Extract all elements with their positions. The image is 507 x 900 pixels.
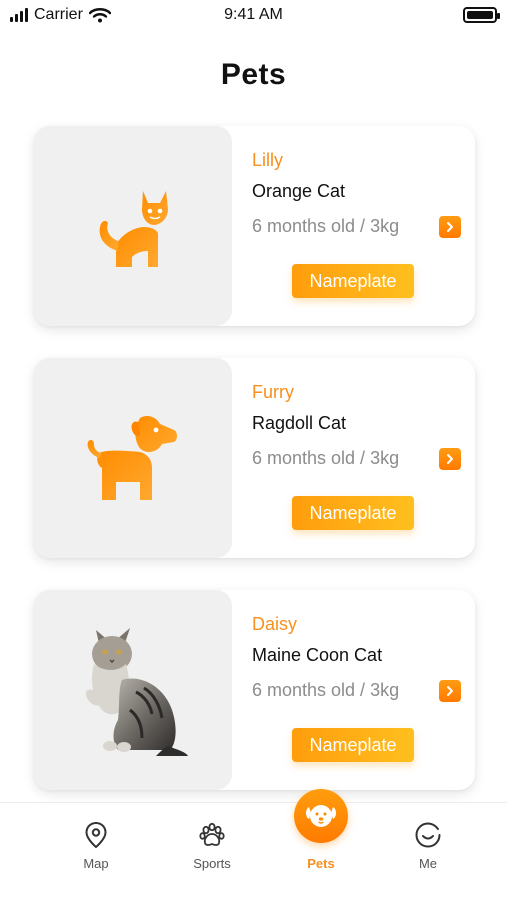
pet-breed: Ragdoll Cat bbox=[252, 413, 347, 433]
pet-name: Furry bbox=[252, 382, 294, 402]
details-button[interactable] bbox=[439, 448, 461, 470]
chevron-right-icon bbox=[447, 222, 453, 232]
tab-bar: Map Sports Pets Me bbox=[0, 789, 507, 900]
pet-photo bbox=[34, 590, 232, 790]
nameplate-button[interactable]: Nameplate bbox=[292, 496, 414, 530]
status-time: 9:41 AM bbox=[224, 6, 283, 23]
tab-pets-label: Pets bbox=[307, 856, 335, 871]
dog-icon bbox=[87, 416, 177, 500]
tab-sports[interactable]: Sports bbox=[172, 821, 252, 871]
battery-icon bbox=[463, 7, 500, 23]
pet-info: Furry Ragdoll Cat 6 months old / 3kg Nam… bbox=[232, 358, 475, 558]
tab-pets[interactable] bbox=[294, 789, 348, 843]
pet-photo bbox=[34, 126, 232, 326]
profile-face-icon bbox=[415, 822, 441, 848]
cat-icon bbox=[99, 191, 168, 267]
maine-coon-photo bbox=[85, 628, 188, 756]
pet-name: Daisy bbox=[252, 614, 298, 634]
paw-icon bbox=[199, 822, 225, 846]
pet-info: Lilly Orange Cat 6 months old / 3kg Name… bbox=[232, 126, 475, 326]
chevron-right-icon bbox=[447, 454, 453, 464]
pet-card[interactable]: Lilly Orange Cat 6 months old / 3kg Name… bbox=[34, 126, 475, 326]
status-bar: Carrier 9:41 AM bbox=[0, 0, 507, 34]
tab-sports-label: Sports bbox=[193, 856, 231, 871]
tab-me[interactable]: Me bbox=[388, 821, 468, 871]
location-pin-icon bbox=[85, 821, 107, 849]
pet-info: Daisy Maine Coon Cat 6 months old / 3kg … bbox=[232, 590, 475, 790]
pet-name: Lilly bbox=[252, 150, 284, 170]
tab-map[interactable]: Map bbox=[56, 821, 136, 871]
nameplate-button[interactable]: Nameplate bbox=[292, 728, 414, 762]
nameplate-button[interactable]: Nameplate bbox=[292, 264, 414, 298]
page-title: Pets bbox=[220, 58, 287, 91]
tab-map-label: Map bbox=[83, 856, 109, 871]
chevron-right-icon bbox=[447, 686, 453, 696]
details-button[interactable] bbox=[439, 680, 461, 702]
pet-card[interactable]: Furry Ragdoll Cat 6 months old / 3kg Nam… bbox=[34, 358, 475, 558]
tab-me-label: Me bbox=[418, 856, 438, 871]
pet-list: Lilly Orange Cat 6 months old / 3kg Name… bbox=[34, 126, 475, 822]
pet-breed: Orange Cat bbox=[252, 181, 346, 201]
details-button[interactable] bbox=[439, 216, 461, 238]
pet-photo bbox=[34, 358, 232, 558]
pet-breed: Maine Coon Cat bbox=[252, 645, 383, 665]
dog-face-icon bbox=[306, 805, 336, 827]
pet-card[interactable]: Daisy Maine Coon Cat 6 months old / 3kg … bbox=[34, 590, 475, 790]
